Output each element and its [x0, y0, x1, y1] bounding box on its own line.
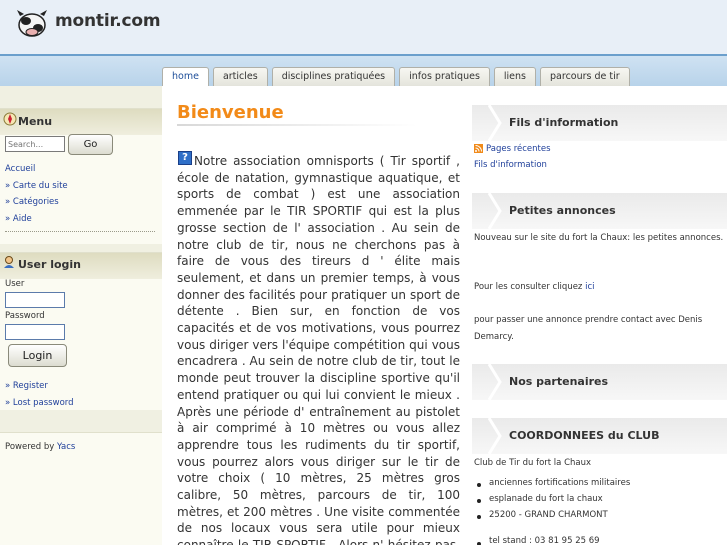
- site-title[interactable]: montir.com: [55, 11, 161, 31]
- welcome-text: Notre association omnisports ( Tir sport…: [177, 154, 460, 545]
- coord-item: 25200 - GRAND CHARMONT: [489, 510, 608, 520]
- fils-header: Fils d'information: [472, 105, 727, 141]
- menu-item-categories[interactable]: » Catégories: [5, 197, 59, 207]
- menu-item-carte[interactable]: » Carte du site: [5, 181, 68, 191]
- coord-item: tel stand : 03 81 95 25 69: [489, 536, 600, 545]
- password-field[interactable]: [5, 324, 65, 340]
- annonces-header: Petites annonces: [472, 193, 727, 229]
- bullet-icon: [477, 483, 481, 487]
- menu-title: Menu: [18, 115, 53, 128]
- annonces-text-2-prefix: Pour les consulter cliquez: [474, 282, 586, 292]
- left-sidebar: Menu Go Accueil » Carte du site » Catégo…: [0, 86, 162, 545]
- fils-information-link[interactable]: Fils d'information: [474, 157, 724, 174]
- lost-password-link[interactable]: » Lost password: [5, 398, 74, 408]
- password-label: Password: [5, 311, 45, 321]
- arrow-divider-icon: [488, 105, 502, 141]
- login-title: User login: [18, 258, 81, 271]
- menu-box: Menu Go Accueil » Carte du site » Catégo…: [0, 108, 162, 244]
- coord-item: esplanade du fort la chaux: [489, 494, 603, 504]
- coord-item: anciennes fortifications militaires: [489, 478, 631, 488]
- login-button[interactable]: Login: [8, 344, 67, 367]
- annonces-text-2: Pour les consulter cliquez ici: [474, 279, 724, 296]
- club-name: Club de Tir du fort la Chaux: [474, 458, 592, 468]
- register-link[interactable]: » Register: [5, 381, 48, 391]
- powered-by: Powered by Yacs: [5, 442, 75, 452]
- bullet-icon: [477, 499, 481, 503]
- yacs-link[interactable]: Yacs: [57, 442, 75, 452]
- user-label: User: [5, 279, 25, 289]
- partenaires-header: Nos partenaires: [472, 364, 727, 400]
- tab-disciplines[interactable]: disciplines pratiquées: [271, 67, 396, 86]
- pages-recentes-link[interactable]: Pages récentes: [486, 141, 727, 158]
- compass-icon: [3, 112, 17, 126]
- user-icon: [4, 256, 14, 268]
- arrow-divider-icon: [488, 418, 502, 454]
- arrow-divider-icon: [488, 193, 502, 229]
- menu-divider: [5, 231, 155, 232]
- coordonnees-header: COORDONNEES du CLUB: [472, 418, 727, 454]
- cow-logo-icon[interactable]: [15, 8, 49, 38]
- annonces-text-3: pour passer une annonce prendre contact …: [474, 315, 703, 342]
- search-input[interactable]: [5, 136, 65, 152]
- content-strip: [162, 86, 727, 94]
- rss-icon: [474, 144, 483, 153]
- powered-box: Powered by Yacs: [0, 432, 162, 545]
- fils-title: Fils d'information: [509, 116, 619, 129]
- annonces-ici-link[interactable]: ici: [585, 282, 594, 292]
- go-button[interactable]: Go: [68, 134, 113, 155]
- tab-liens[interactable]: liens: [493, 67, 537, 86]
- page-title: Bienvenue: [177, 102, 284, 123]
- menu-item-aide[interactable]: » Aide: [5, 214, 32, 224]
- annonces-title: Petites annonces: [509, 204, 616, 217]
- coordonnees-title: COORDONNEES du CLUB: [509, 429, 660, 442]
- title-underline: [177, 124, 417, 126]
- main-tabs: home articles disciplines pratiquées inf…: [162, 67, 630, 87]
- user-field[interactable]: [5, 292, 65, 308]
- annonces-text-1: Nouveau sur le site du fort la Chaux: le…: [474, 233, 724, 243]
- tab-articles[interactable]: articles: [212, 67, 268, 86]
- site-header: montir.com: [0, 0, 727, 54]
- menu-item-accueil[interactable]: Accueil: [5, 164, 35, 174]
- tab-infos[interactable]: infos pratiques: [399, 67, 490, 86]
- bullet-icon: [477, 515, 481, 519]
- powered-prefix: Powered by: [5, 442, 57, 452]
- arrow-divider-icon: [488, 364, 502, 400]
- tab-home[interactable]: home: [162, 67, 209, 87]
- partenaires-title: Nos partenaires: [509, 375, 609, 388]
- tab-parcours[interactable]: parcours de tir: [540, 67, 630, 86]
- login-box: User login User Password Login » Registe…: [0, 252, 162, 410]
